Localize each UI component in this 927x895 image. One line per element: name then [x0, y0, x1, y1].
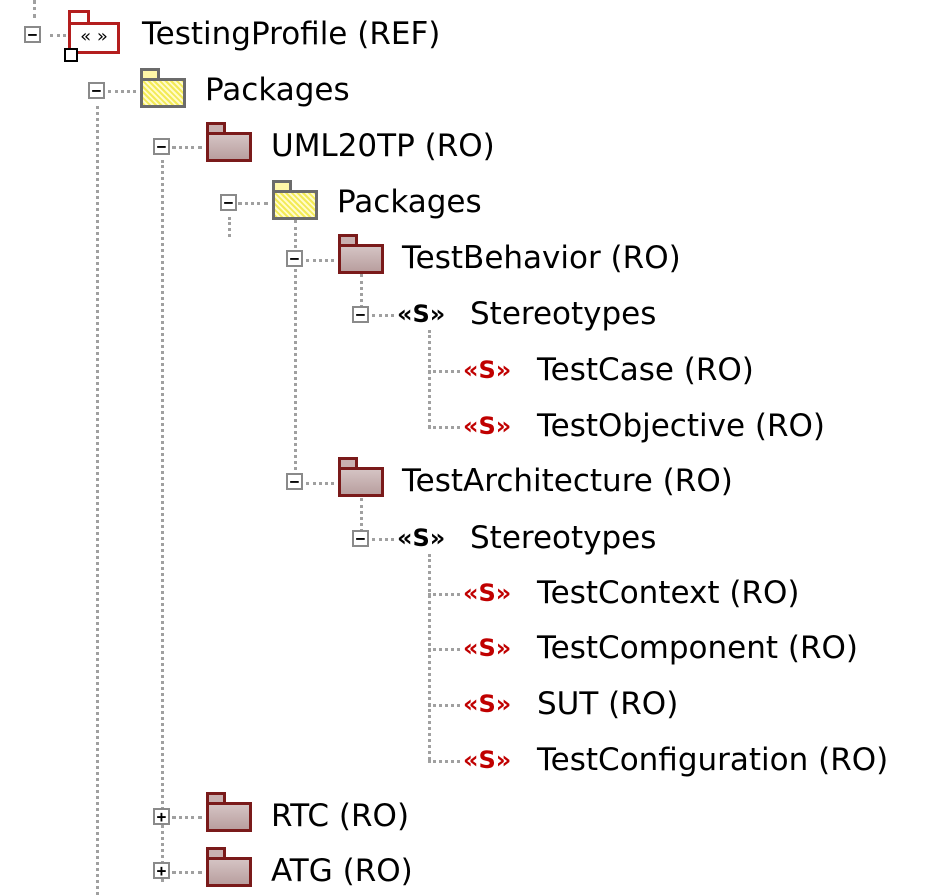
- expand-toggle[interactable]: +: [153, 862, 170, 879]
- connector-line: [428, 426, 460, 429]
- tree-item-label[interactable]: TestingProfile (REF): [142, 15, 440, 53]
- tree-item-label[interactable]: ATG (RO): [271, 852, 413, 890]
- stereotype-marker: «S»: [463, 412, 512, 440]
- connector-line: [108, 90, 136, 93]
- connector-line: [372, 314, 394, 317]
- tree-item-label[interactable]: Packages: [205, 71, 350, 109]
- stereotype-marker: «S»: [463, 690, 512, 718]
- tree-item-label[interactable]: TestConfiguration (RO): [537, 741, 888, 779]
- folder-icon: [272, 180, 318, 220]
- connector-line: [96, 106, 99, 895]
- connector-line: [306, 259, 334, 262]
- tree-item-label[interactable]: TestBehavior (RO): [402, 239, 681, 277]
- tree-item-label[interactable]: RTC (RO): [271, 797, 409, 835]
- tree-item-label[interactable]: TestCase (RO): [537, 351, 754, 389]
- connector-line: [306, 482, 334, 485]
- tree-item-label[interactable]: UML20TP (RO): [271, 127, 495, 165]
- stereotype-marker: «S»: [397, 300, 446, 328]
- connector-line: [428, 554, 431, 760]
- collapse-toggle[interactable]: −: [286, 473, 303, 490]
- tree-item-label[interactable]: TestContext (RO): [537, 574, 799, 612]
- package-icon: [206, 792, 252, 832]
- connector-line: [238, 202, 268, 205]
- profile-package-icon: « »: [64, 10, 120, 62]
- connector-line: [33, 0, 36, 18]
- collapse-toggle[interactable]: −: [220, 194, 237, 211]
- package-icon: [338, 457, 384, 497]
- connector-line: [372, 538, 394, 541]
- stereotype-marker: «S»: [463, 746, 512, 774]
- package-icon: [338, 234, 384, 274]
- tree-item-label[interactable]: SUT (RO): [537, 685, 678, 723]
- tree-item-label[interactable]: Stereotypes: [470, 519, 656, 557]
- connector-line: [50, 34, 66, 37]
- stereotype-marker: «S»: [463, 356, 512, 384]
- tree-item-label[interactable]: TestArchitecture (RO): [402, 462, 733, 500]
- stereotype-marker: «S»: [463, 634, 512, 662]
- connector-line: [428, 330, 431, 428]
- connector-line: [172, 146, 202, 149]
- folder-icon: [140, 68, 186, 108]
- package-icon: [206, 847, 252, 887]
- package-icon: [206, 122, 252, 162]
- connector-line: [428, 370, 460, 373]
- lock-icon: [64, 48, 78, 62]
- connector-line: [428, 593, 460, 596]
- connector-line: [172, 871, 202, 874]
- connector-line: [428, 648, 460, 651]
- expand-toggle[interactable]: +: [153, 808, 170, 825]
- connector-line: [172, 816, 202, 819]
- collapse-toggle[interactable]: −: [88, 82, 105, 99]
- tree-item-label[interactable]: TestObjective (RO): [537, 407, 825, 445]
- tree-item-label[interactable]: TestComponent (RO): [537, 629, 858, 667]
- stereotype-marker: «S»: [463, 579, 512, 607]
- collapse-toggle[interactable]: −: [24, 26, 41, 43]
- collapse-toggle[interactable]: −: [153, 138, 170, 155]
- tree-item-label[interactable]: Stereotypes: [470, 295, 656, 333]
- tree-item-label[interactable]: Packages: [337, 183, 482, 221]
- collapse-toggle[interactable]: −: [286, 250, 303, 267]
- collapse-toggle[interactable]: −: [352, 306, 369, 323]
- stereotype-marker: «S»: [397, 524, 446, 552]
- collapse-toggle[interactable]: −: [352, 530, 369, 547]
- connector-line: [161, 160, 164, 882]
- connector-line: [428, 704, 460, 707]
- connector-line: [428, 760, 460, 763]
- connector-line: [228, 217, 231, 237]
